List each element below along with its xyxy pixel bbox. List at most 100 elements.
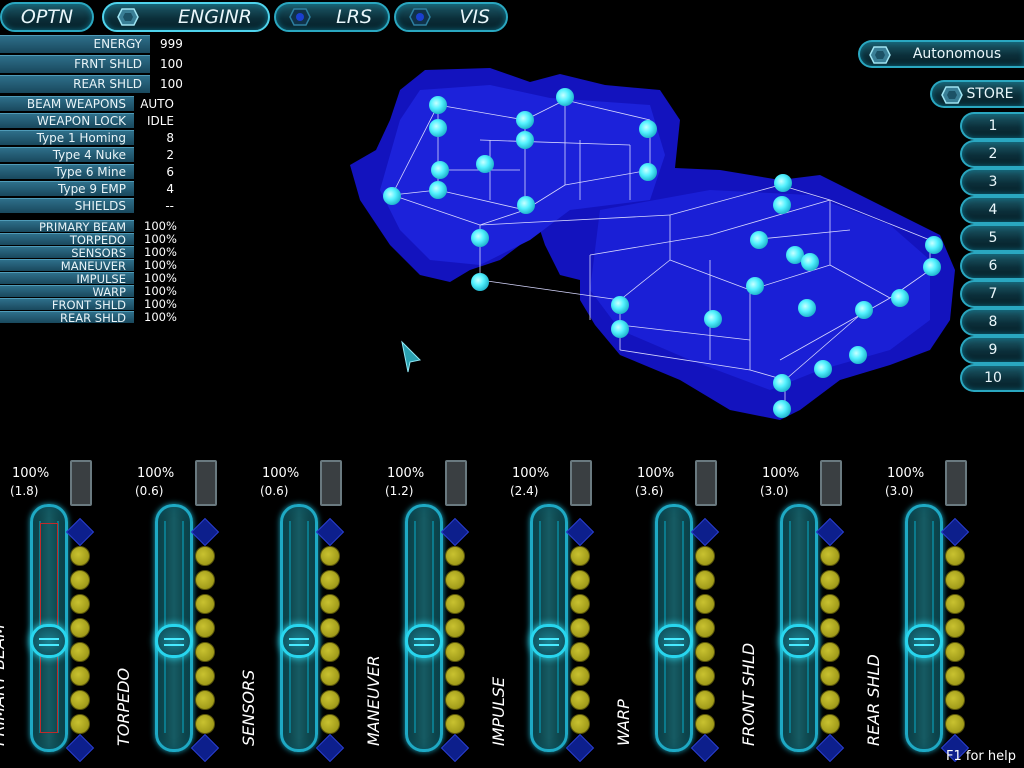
- power-slider[interactable]: [155, 504, 193, 752]
- slider-handle[interactable]: [905, 624, 943, 658]
- coolant-down-icon[interactable]: [316, 734, 344, 762]
- coolant-dot[interactable]: [70, 546, 90, 566]
- coolant-dot[interactable]: [570, 618, 590, 638]
- coolant-up-icon[interactable]: [691, 518, 719, 546]
- system-node[interactable]: [923, 258, 941, 276]
- system-node[interactable]: [704, 310, 722, 328]
- system-node[interactable]: [773, 196, 791, 214]
- slider-handle[interactable]: [405, 624, 443, 658]
- coolant-dot[interactable]: [695, 690, 715, 710]
- coolant-dot[interactable]: [445, 618, 465, 638]
- system-node[interactable]: [639, 120, 657, 138]
- system-node[interactable]: [814, 360, 832, 378]
- coolant-up-icon[interactable]: [816, 518, 844, 546]
- slider-handle[interactable]: [30, 624, 68, 658]
- coolant-dot[interactable]: [195, 642, 215, 662]
- coolant-dot[interactable]: [445, 714, 465, 734]
- system-node[interactable]: [774, 174, 792, 192]
- coolant-dot[interactable]: [695, 714, 715, 734]
- coolant-dot[interactable]: [70, 714, 90, 734]
- power-slider[interactable]: [30, 504, 68, 752]
- coolant-dot[interactable]: [70, 594, 90, 614]
- coolant-dot[interactable]: [320, 570, 340, 590]
- coolant-dot[interactable]: [820, 594, 840, 614]
- coolant-dot[interactable]: [320, 690, 340, 710]
- coolant-dot[interactable]: [320, 594, 340, 614]
- coolant-up-icon[interactable]: [191, 518, 219, 546]
- coolant-dot[interactable]: [820, 666, 840, 686]
- tab-enginr[interactable]: ENGINR: [102, 2, 270, 32]
- tab-vis[interactable]: VIS: [394, 2, 508, 32]
- system-node[interactable]: [750, 231, 768, 249]
- coolant-down-icon[interactable]: [816, 734, 844, 762]
- coolant-dot[interactable]: [445, 546, 465, 566]
- coolant-dot[interactable]: [570, 642, 590, 662]
- system-node[interactable]: [773, 374, 791, 392]
- coolant-up-icon[interactable]: [441, 518, 469, 546]
- coolant-dot[interactable]: [820, 570, 840, 590]
- coolant-dot[interactable]: [570, 690, 590, 710]
- system-node[interactable]: [517, 196, 535, 214]
- system-node[interactable]: [516, 131, 534, 149]
- system-node[interactable]: [611, 296, 629, 314]
- coolant-dot[interactable]: [945, 642, 965, 662]
- coolant-dot[interactable]: [70, 666, 90, 686]
- slider-handle[interactable]: [655, 624, 693, 658]
- coolant-dot[interactable]: [195, 618, 215, 638]
- slider-handle[interactable]: [780, 624, 818, 658]
- coolant-dot[interactable]: [195, 546, 215, 566]
- coolant-dot[interactable]: [570, 714, 590, 734]
- coolant-dot[interactable]: [195, 666, 215, 686]
- coolant-dot[interactable]: [320, 642, 340, 662]
- system-node[interactable]: [855, 301, 873, 319]
- system-node[interactable]: [429, 181, 447, 199]
- coolant-dot[interactable]: [195, 714, 215, 734]
- coolant-dot[interactable]: [695, 618, 715, 638]
- system-node[interactable]: [891, 289, 909, 307]
- coolant-up-icon[interactable]: [566, 518, 594, 546]
- coolant-dot[interactable]: [570, 594, 590, 614]
- coolant-dot[interactable]: [820, 714, 840, 734]
- coolant-up-icon[interactable]: [941, 518, 969, 546]
- system-node[interactable]: [516, 111, 534, 129]
- coolant-dot[interactable]: [695, 666, 715, 686]
- coolant-dot[interactable]: [320, 546, 340, 566]
- coolant-dot[interactable]: [445, 666, 465, 686]
- coolant-dot[interactable]: [695, 642, 715, 662]
- coolant-dot[interactable]: [195, 570, 215, 590]
- coolant-dot[interactable]: [945, 714, 965, 734]
- coolant-dot[interactable]: [70, 690, 90, 710]
- power-slider[interactable]: [655, 504, 693, 752]
- system-node[interactable]: [773, 400, 791, 418]
- system-node[interactable]: [639, 163, 657, 181]
- system-node[interactable]: [383, 187, 401, 205]
- system-node[interactable]: [746, 277, 764, 295]
- system-node[interactable]: [429, 119, 447, 137]
- coolant-dot[interactable]: [70, 642, 90, 662]
- tab-optn[interactable]: OPTN: [0, 2, 94, 32]
- coolant-dot[interactable]: [820, 618, 840, 638]
- system-node[interactable]: [471, 273, 489, 291]
- system-node[interactable]: [431, 161, 449, 179]
- coolant-dot[interactable]: [195, 594, 215, 614]
- coolant-dot[interactable]: [945, 594, 965, 614]
- coolant-dot[interactable]: [320, 618, 340, 638]
- coolant-dot[interactable]: [820, 642, 840, 662]
- system-node[interactable]: [849, 346, 867, 364]
- tab-lrs[interactable]: LRS: [274, 2, 390, 32]
- power-slider[interactable]: [280, 504, 318, 752]
- power-slider[interactable]: [405, 504, 443, 752]
- coolant-dot[interactable]: [320, 666, 340, 686]
- slider-handle[interactable]: [155, 624, 193, 658]
- slider-handle[interactable]: [530, 624, 568, 658]
- coolant-up-icon[interactable]: [66, 518, 94, 546]
- coolant-dot[interactable]: [695, 546, 715, 566]
- coolant-dot[interactable]: [445, 594, 465, 614]
- coolant-dot[interactable]: [70, 570, 90, 590]
- coolant-dot[interactable]: [945, 690, 965, 710]
- system-node[interactable]: [798, 299, 816, 317]
- coolant-dot[interactable]: [695, 594, 715, 614]
- coolant-dot[interactable]: [945, 546, 965, 566]
- coolant-dot[interactable]: [945, 618, 965, 638]
- coolant-dot[interactable]: [445, 570, 465, 590]
